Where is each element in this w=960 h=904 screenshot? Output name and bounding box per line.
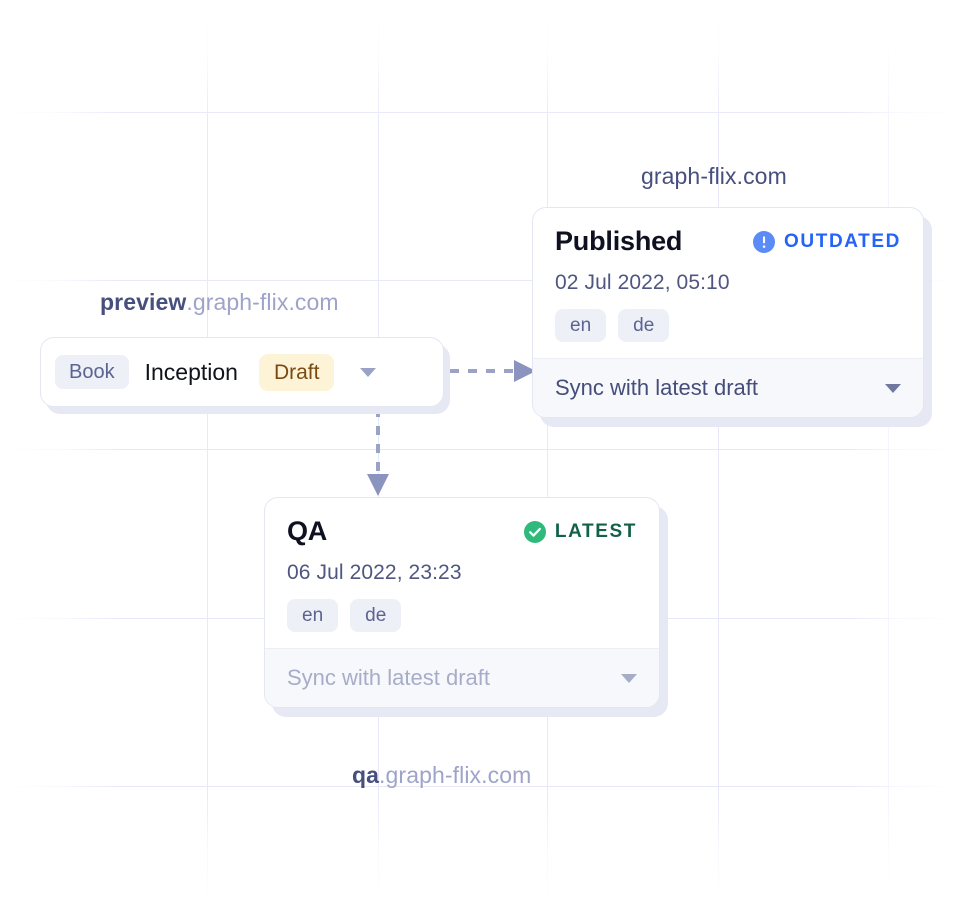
language-chip-de[interactable]: de <box>350 599 401 632</box>
domain-root-text: .graph-flix.com <box>379 762 531 788</box>
chevron-down-icon[interactable] <box>885 384 901 393</box>
status-badge-outdated: OUTDATED <box>753 231 901 253</box>
domain-label-qa: qa.graph-flix.com <box>352 762 531 789</box>
status-label: LATEST <box>555 521 637 543</box>
grid-fade-top <box>0 0 960 120</box>
entity-type-badge: Book <box>55 355 129 389</box>
environment-card-body: QA LATEST 06 Jul 2022, 23:23 en de <box>265 498 659 648</box>
grid-fade-left <box>0 0 120 904</box>
grid-fade-bottom <box>0 794 960 904</box>
grid-line-vertical <box>547 0 548 904</box>
environment-card-header: QA LATEST <box>287 516 637 547</box>
sync-action-published[interactable]: Sync with latest draft <box>533 358 923 417</box>
exclamation-circle-icon <box>753 231 775 253</box>
environment-card-published[interactable]: Published OUTDATED 02 Jul 2022, 05:10 en… <box>532 207 924 418</box>
environment-timestamp: 02 Jul 2022, 05:10 <box>555 271 901 295</box>
status-label: OUTDATED <box>784 231 901 253</box>
check-circle-icon <box>524 521 546 543</box>
entity-card-inception[interactable]: Book Inception Draft <box>40 337 444 407</box>
domain-subdomain-text: preview <box>100 289 186 315</box>
domain-label-preview: preview.graph-flix.com <box>100 289 339 316</box>
language-chip-de[interactable]: de <box>618 309 669 342</box>
domain-root-text: graph-flix.com <box>641 163 787 189</box>
grid-line-horizontal <box>0 112 960 113</box>
connector-entity-to-published <box>444 352 544 392</box>
environment-name: QA <box>287 516 327 547</box>
language-chip-list: en de <box>287 599 637 632</box>
environment-card-body: Published OUTDATED 02 Jul 2022, 05:10 en… <box>533 208 923 358</box>
entity-stage-badge: Draft <box>259 354 335 391</box>
environment-timestamp: 06 Jul 2022, 23:23 <box>287 561 637 585</box>
grid-line-vertical <box>888 0 889 904</box>
status-badge-latest: LATEST <box>524 521 637 543</box>
sync-label: Sync with latest draft <box>287 665 490 691</box>
sync-action-qa[interactable]: Sync with latest draft <box>265 648 659 707</box>
chevron-down-icon[interactable] <box>621 674 637 683</box>
domain-label-root: graph-flix.com <box>641 163 787 190</box>
sync-label: Sync with latest draft <box>555 375 758 401</box>
language-chip-en[interactable]: en <box>555 309 606 342</box>
grid-line-horizontal <box>0 449 960 450</box>
environment-card-header: Published OUTDATED <box>555 226 901 257</box>
diagram-canvas: graph-flix.com preview.graph-flix.com qa… <box>0 0 960 904</box>
chevron-down-icon[interactable] <box>360 368 376 377</box>
grid-line-vertical <box>718 0 719 904</box>
entity-title: Inception <box>145 359 238 386</box>
language-chip-en[interactable]: en <box>287 599 338 632</box>
language-chip-list: en de <box>555 309 901 342</box>
domain-root-text: .graph-flix.com <box>186 289 338 315</box>
environment-card-qa[interactable]: QA LATEST 06 Jul 2022, 23:23 en de Sync … <box>264 497 660 708</box>
domain-subdomain-text: qa <box>352 762 379 788</box>
grid-fade-right <box>850 0 960 904</box>
grid-line-vertical <box>207 0 208 904</box>
connector-entity-to-qa <box>358 404 400 502</box>
environment-name: Published <box>555 226 682 257</box>
